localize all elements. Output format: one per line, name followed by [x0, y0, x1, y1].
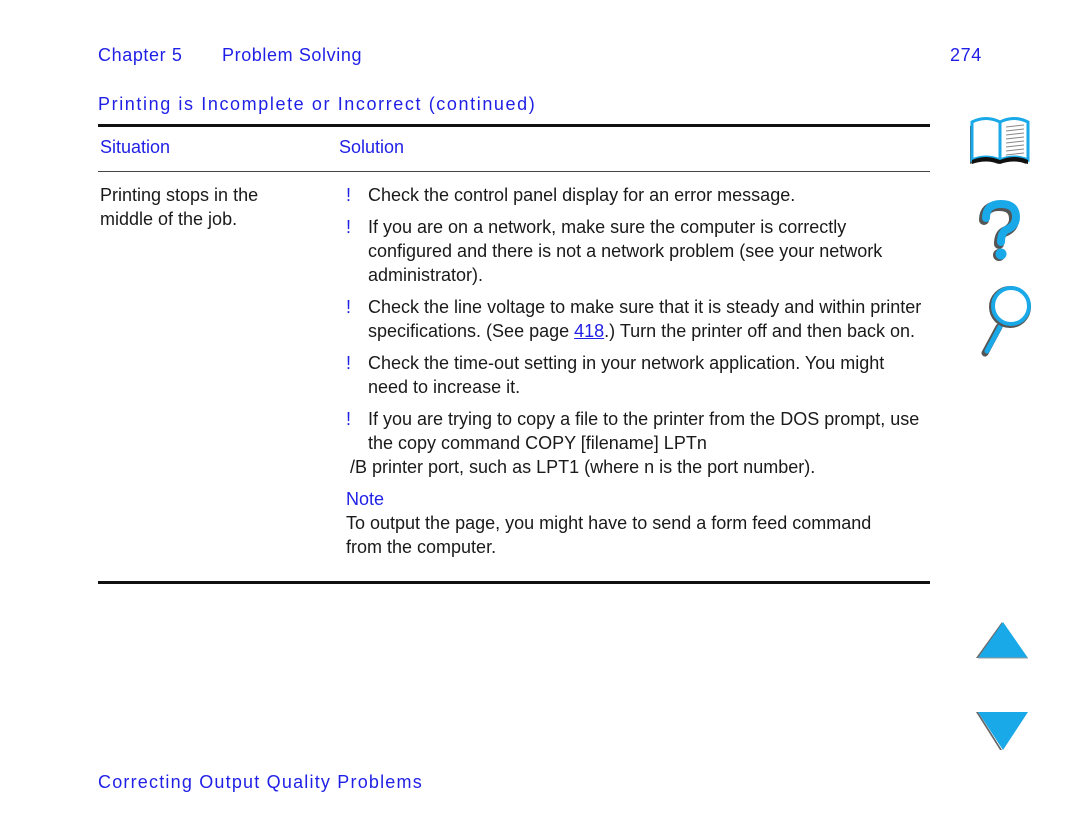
chapter-label: Chapter 5 — [98, 45, 183, 65]
column-header-solution: Solution — [339, 137, 405, 157]
page-number: 274 — [950, 45, 982, 65]
solution-item: ! If you are on a network, make sure the… — [346, 215, 926, 287]
table-top-rule — [98, 124, 930, 127]
bullet-icon: ! — [346, 185, 352, 205]
solution-item: ! Check the line voltage to make sure th… — [346, 295, 926, 343]
note-text: To output the page, you might have to se… — [346, 513, 872, 557]
solution-text: Check the time-out setting in your netwo… — [368, 353, 885, 397]
previous-page-icon[interactable] — [974, 620, 1030, 660]
table-bottom-rule — [98, 581, 930, 584]
solution-continuation: /B printer port, such as LPT1 (where n i… — [350, 457, 816, 477]
book-icon[interactable] — [966, 114, 1036, 166]
bullet-icon: ! — [346, 353, 352, 373]
solution-text: If you are trying to copy a file to the … — [368, 409, 920, 453]
bullet-icon: ! — [346, 297, 352, 317]
section-title: Printing is Incomplete or Incorrect (con… — [98, 94, 537, 114]
column-header-situation: Situation — [100, 137, 171, 157]
next-page-icon[interactable] — [974, 710, 1030, 752]
solution-text: Check the control panel display for an e… — [368, 185, 796, 205]
search-icon[interactable] — [974, 285, 1036, 357]
solution-text: .) Turn the printer off and then back on… — [604, 321, 916, 341]
solution-item: ! Check the control panel display for an… — [346, 183, 926, 207]
note-label: Note — [346, 489, 385, 509]
page-418-link[interactable]: 418 — [574, 321, 604, 341]
solution-text: If you are on a network, make sure the c… — [368, 217, 883, 285]
help-icon[interactable] — [976, 198, 1026, 264]
footer-section-link[interactable]: Correcting Output Quality Problems — [98, 772, 423, 793]
solution-cell: ! Check the control panel display for an… — [346, 183, 926, 559]
bullet-icon: ! — [346, 409, 352, 429]
chapter-title: Problem Solving — [222, 45, 363, 65]
solution-item: ! If you are trying to copy a file to th… — [346, 407, 926, 479]
solution-item: ! Check the time-out setting in your net… — [346, 351, 926, 399]
bullet-icon: ! — [346, 217, 352, 237]
situation-cell: Printing stops in the middle of the job. — [100, 185, 259, 229]
header-divider — [98, 171, 930, 172]
